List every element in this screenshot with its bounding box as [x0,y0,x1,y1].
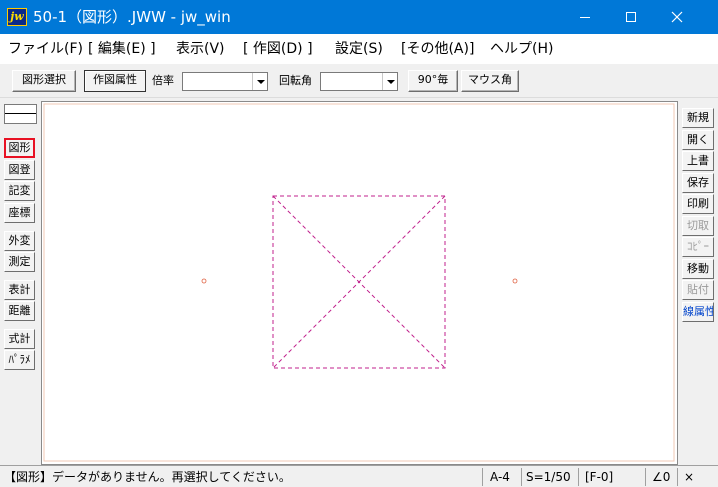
tool-table-calc[interactable]: 表計 [4,280,35,300]
chevron-down-icon[interactable] [252,73,267,90]
toolbar: 図形選択 作図属性 倍率 回転角 90°毎 マウス角 [0,64,718,98]
app-icon: jw [7,8,27,26]
menu-bar: ファイル(F) [ 編集(E) ] 表示(V) [ 作図(D) ] 設定(S) … [0,34,718,64]
angle-90-button[interactable]: 90°毎 [408,70,458,92]
mouse-angle-button[interactable]: マウス角 [461,70,519,92]
tool-external-change[interactable]: 外変 [4,231,35,251]
line-attribute-button[interactable]: 線属性 [682,302,714,322]
status-bar: 【図形】データがありません。再選択してください。 A-4 S=1/50 [F-0… [0,465,718,487]
tool-symbol-change[interactable]: 記変 [4,181,35,201]
reference-point [201,278,207,284]
tool-measure[interactable]: 測定 [4,252,35,272]
right-toolbox: 新規 開く 上書 保存 印刷 切取 ｺﾋﾟｰ 移動 貼付 線属性 [679,99,718,465]
reference-point [512,278,518,284]
scale-label: 倍率 [152,74,174,87]
file-save-button[interactable]: 保存 [682,173,714,193]
paste-button[interactable]: 貼付 [682,280,714,300]
menu-draw[interactable]: [ 作図(D) ] [243,40,313,58]
menu-edit[interactable]: [ 編集(E) ] [88,40,156,58]
copy-button[interactable]: ｺﾋﾟｰ [682,237,714,257]
status-separator [645,468,646,486]
status-separator [482,468,483,486]
maximize-button[interactable] [608,0,654,34]
print-button[interactable]: 印刷 [682,194,714,214]
scale-select[interactable] [182,72,268,91]
menu-file[interactable]: ファイル(F) [8,40,83,58]
rotate-select[interactable] [320,72,398,91]
drawing-canvas[interactable] [41,101,678,465]
paper-size[interactable]: A-4 [490,469,510,485]
tool-shape-register[interactable]: 図登 [4,160,35,180]
draw-attribute-button[interactable]: 作図属性 [84,70,146,92]
move-button[interactable]: 移動 [682,259,714,279]
tool-distance[interactable]: 距離 [4,301,35,321]
menu-help[interactable]: ヘルプ(H) [490,40,553,58]
tool-coordinate[interactable]: 座標 [4,203,35,223]
status-separator [677,468,678,486]
close-button[interactable] [654,0,700,34]
window-title: 50-1（図形）.JWW - jw_win [33,8,231,26]
left-toolbox: 図形 図登 記変 座標 外変 測定 表計 距離 式計 ﾊﾟﾗﾒ [0,99,40,465]
menu-view[interactable]: 表示(V) [176,40,225,58]
minimize-button[interactable] [562,0,608,34]
maximize-icon [626,12,636,22]
line-type-indicator[interactable] [4,104,37,124]
status-close-icon[interactable]: × [684,469,694,485]
cut-button[interactable]: 切取 [682,216,714,236]
tool-shape[interactable]: 図形 [4,138,35,158]
status-separator [521,468,522,486]
dashed-square-shape[interactable] [272,195,446,369]
drawing-area-svg [43,103,675,462]
minimize-icon [580,17,590,18]
angle-indicator[interactable]: ∠0 [652,469,670,485]
tool-formula-calc[interactable]: 式計 [4,329,35,349]
layer-indicator[interactable]: [F-0] [585,469,613,485]
file-new-button[interactable]: 新規 [682,108,714,128]
shape-select-button[interactable]: 図形選択 [12,70,76,92]
file-open-button[interactable]: 開く [682,130,714,150]
drawing-scale[interactable]: S=1/50 [526,469,571,485]
status-message: 【図形】データがありません。再選択してください。 [4,470,291,484]
menu-other[interactable]: [その他(A)] [401,40,474,58]
menu-settings[interactable]: 設定(S) [335,40,383,58]
status-separator [578,468,579,486]
chevron-down-icon[interactable] [382,73,397,90]
rotate-label: 回転角 [279,74,312,87]
tool-parameter[interactable]: ﾊﾟﾗﾒ [4,350,35,370]
file-overwrite-button[interactable]: 上書 [682,151,714,171]
close-icon [671,11,683,23]
title-bar: jw 50-1（図形）.JWW - jw_win [0,0,718,34]
